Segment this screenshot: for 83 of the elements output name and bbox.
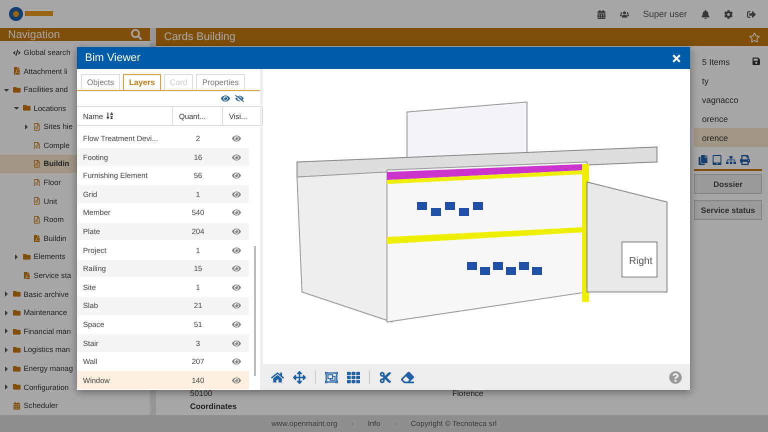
caret-icon [23, 122, 30, 131]
visibility-icon[interactable] [232, 134, 240, 143]
folder-icon [13, 383, 21, 391]
caret-icon [13, 104, 20, 112]
section-heading: Coordinates [190, 402, 238, 411]
visibility-icon[interactable] [232, 338, 240, 348]
caret-icon [3, 327, 10, 336]
folder-icon [13, 364, 21, 372]
visibility-icon[interactable] [232, 264, 240, 274]
caret-icon [3, 383, 10, 392]
document-icon [33, 142, 41, 150]
users-icon [620, 10, 629, 18]
action-button[interactable]: Service status [694, 200, 762, 220]
user-menu[interactable]: Super user [642, 9, 687, 19]
table-row[interactable]: orence [694, 128, 768, 147]
pdf-file-icon [13, 67, 21, 75]
caret-icon [3, 308, 10, 317]
table-row[interactable]: vagnacco [694, 90, 768, 109]
copy-icon[interactable] [698, 155, 708, 165]
folder-icon [23, 253, 31, 261]
relations-icon[interactable] [726, 155, 736, 165]
caret-icon [3, 346, 10, 354]
dialog-title: Bim Viewer [85, 52, 140, 64]
sign-text: Right [628, 256, 652, 266]
visibility-icon[interactable] [232, 190, 240, 199]
caret-icon [13, 252, 20, 261]
document-icon [33, 123, 41, 131]
visibility-icon[interactable] [232, 208, 240, 218]
action-button[interactable]: Dossier [694, 174, 762, 194]
panel-title: Cards Building [164, 31, 236, 43]
folder-icon [13, 86, 21, 94]
star-icon[interactable] [749, 32, 760, 42]
visibility-icon[interactable] [232, 301, 240, 310]
folder-icon [23, 104, 31, 112]
table-row[interactable]: orence [694, 109, 768, 128]
folder-icon [13, 290, 21, 298]
notification-icon[interactable] [701, 10, 710, 18]
visibility-icon[interactable] [232, 152, 240, 162]
document-icon [33, 197, 41, 205]
tab[interactable]: Objects [81, 74, 120, 90]
document-icon [33, 160, 41, 168]
calendar-icon [13, 402, 21, 410]
grid-icon[interactable] [347, 370, 360, 384]
visibility-icon[interactable] [232, 282, 240, 292]
folder-icon [13, 328, 21, 336]
save-icon[interactable] [752, 57, 760, 66]
home-icon[interactable] [271, 370, 284, 384]
caret-icon [3, 364, 10, 373]
visibility-icon[interactable] [232, 357, 240, 366]
caret-icon [3, 290, 10, 298]
visibility-icon[interactable] [232, 376, 240, 385]
sort-icon [106, 112, 114, 120]
hide-all-icon[interactable] [235, 94, 244, 104]
panel-title: Navigation [8, 28, 60, 41]
floor-plan-icon[interactable] [325, 370, 338, 384]
visibility-icon[interactable] [232, 246, 240, 255]
help-icon[interactable] [669, 370, 682, 384]
search-icon[interactable] [131, 29, 142, 40]
print-icon[interactable] [740, 155, 750, 165]
item-count: 5 Items [702, 56, 730, 66]
eraser-icon[interactable] [401, 370, 414, 384]
tablet-icon[interactable] [712, 155, 722, 165]
folder-icon [13, 346, 21, 354]
document-icon [33, 178, 41, 186]
logout-icon[interactable] [747, 10, 756, 18]
pdf-file-icon [33, 234, 41, 242]
move-icon[interactable] [293, 370, 306, 384]
calendar-icon[interactable] [596, 10, 606, 18]
field-value: 50100 [190, 389, 212, 398]
code-icon [13, 48, 21, 56]
scissors-icon[interactable] [379, 370, 392, 384]
close-icon[interactable] [671, 52, 682, 64]
visibility-icon[interactable] [232, 320, 240, 329]
settings-icon[interactable] [724, 10, 733, 18]
show-all-icon[interactable] [221, 94, 230, 104]
document-icon [33, 216, 41, 224]
visibility-icon[interactable] [232, 226, 240, 236]
visibility-icon[interactable] [232, 171, 240, 180]
tab[interactable]: Properties [196, 74, 245, 90]
folder-icon [13, 308, 21, 317]
column-header: ty [702, 76, 709, 86]
pdf-file-icon [23, 272, 31, 280]
field-value: Florence [452, 389, 484, 398]
